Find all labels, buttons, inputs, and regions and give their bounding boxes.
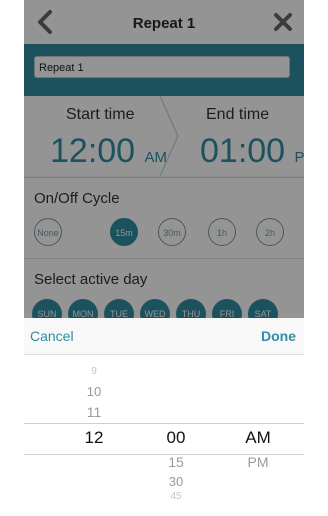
minute-option: 30	[168, 474, 184, 489]
picker-toolbar: Cancel Done	[24, 318, 304, 355]
time-picker-sheet: Cancel Done 9 10 11 12 00 15 30 45 AM PM	[24, 318, 304, 516]
hour-option: 11	[86, 404, 102, 420]
minute-option-selected: 00	[166, 428, 186, 447]
hour-option: 9	[91, 366, 97, 377]
phone-screen: Repeat 1 Repeat 1 Start time 12:00 AM En…	[24, 0, 304, 516]
cancel-button[interactable]: Cancel	[30, 328, 74, 344]
minute-option: 15	[168, 454, 184, 470]
ampm-option-selected: AM	[245, 428, 271, 447]
modal-overlay[interactable]	[24, 0, 304, 318]
done-button[interactable]: Done	[261, 328, 296, 344]
hour-wheel[interactable]: 9 10 11 12	[64, 354, 124, 516]
hour-option-selected: 12	[84, 428, 104, 447]
ampm-wheel[interactable]: AM PM	[228, 354, 288, 516]
minute-option: 45	[170, 491, 182, 502]
hour-option: 10	[86, 384, 102, 399]
ampm-option: PM	[247, 454, 269, 470]
minute-wheel[interactable]: 00 15 30 45	[146, 354, 206, 516]
